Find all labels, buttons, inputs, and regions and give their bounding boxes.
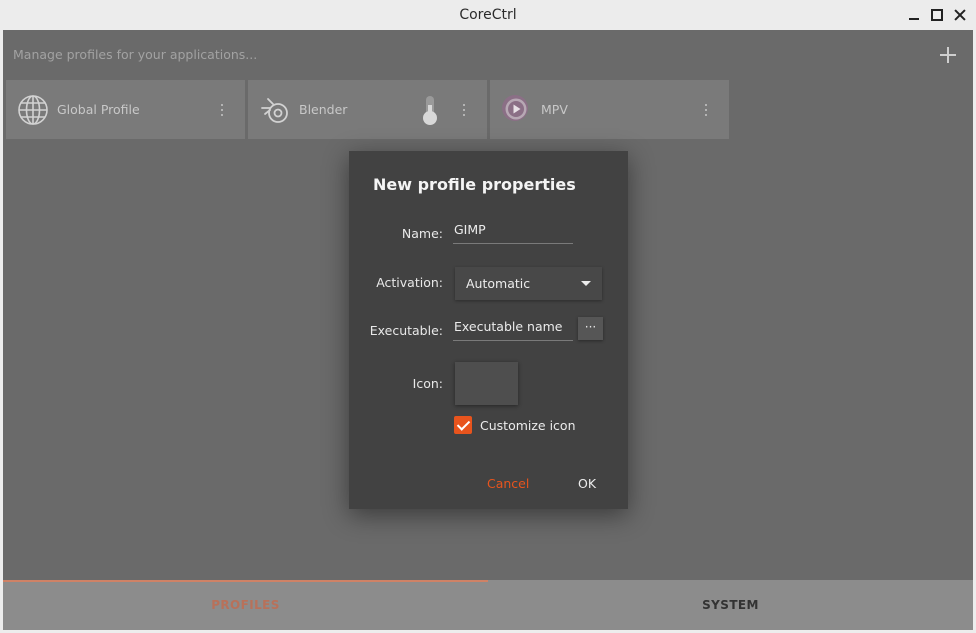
maximize-icon[interactable] — [930, 8, 944, 22]
activation-select[interactable]: Automatic — [455, 267, 602, 300]
ok-button[interactable]: OK — [578, 476, 596, 491]
dropdown-arrow-icon — [581, 281, 591, 286]
header-description: Manage profiles for your applications... — [13, 47, 258, 62]
globe-icon — [18, 95, 48, 125]
kebab-menu-icon[interactable] — [462, 102, 466, 118]
active-tab-indicator — [3, 580, 488, 582]
blender-icon — [261, 98, 288, 123]
customize-icon-label[interactable]: Customize icon — [480, 418, 576, 433]
tab-profiles[interactable]: PROFILES — [3, 580, 488, 630]
tab-system[interactable]: SYSTEM — [488, 580, 973, 630]
kebab-menu-icon[interactable] — [220, 102, 224, 118]
add-profile-button[interactable] — [940, 47, 956, 63]
profile-card-label: Blender — [299, 102, 348, 117]
profile-card-blender[interactable]: Blender — [248, 80, 487, 139]
new-profile-dialog: New profile properties Name: GIMP Activa… — [349, 151, 628, 509]
kebab-menu-icon[interactable] — [704, 102, 708, 118]
name-field[interactable]: GIMP — [453, 222, 573, 244]
activation-label: Activation: — [376, 275, 443, 290]
window-titlebar: CoreCtrl — [0, 0, 976, 30]
browse-executable-button[interactable]: ··· — [578, 317, 603, 340]
activation-selected-value: Automatic — [466, 276, 531, 291]
close-icon[interactable] — [953, 8, 967, 22]
profile-card-mpv[interactable]: MPV — [490, 80, 729, 139]
icon-select-button[interactable] — [455, 362, 518, 405]
bottom-tab-bar: PROFILES SYSTEM — [3, 580, 973, 630]
cancel-button[interactable]: Cancel — [487, 476, 529, 491]
profile-card-label: MPV — [541, 102, 568, 117]
executable-label: Executable: — [369, 323, 443, 338]
executable-field[interactable]: Executable name — [453, 319, 573, 341]
minimize-icon[interactable] — [907, 8, 921, 22]
mpv-icon — [502, 95, 528, 121]
window-title: CoreCtrl — [459, 7, 517, 23]
icon-label: Icon: — [412, 376, 443, 391]
dialog-title: New profile properties — [373, 175, 576, 194]
thermometer-icon — [423, 96, 437, 125]
profile-card-global[interactable]: Global Profile — [6, 80, 245, 139]
profile-card-label: Global Profile — [57, 102, 140, 117]
customize-icon-checkbox[interactable] — [454, 416, 472, 434]
name-label: Name: — [401, 226, 443, 241]
